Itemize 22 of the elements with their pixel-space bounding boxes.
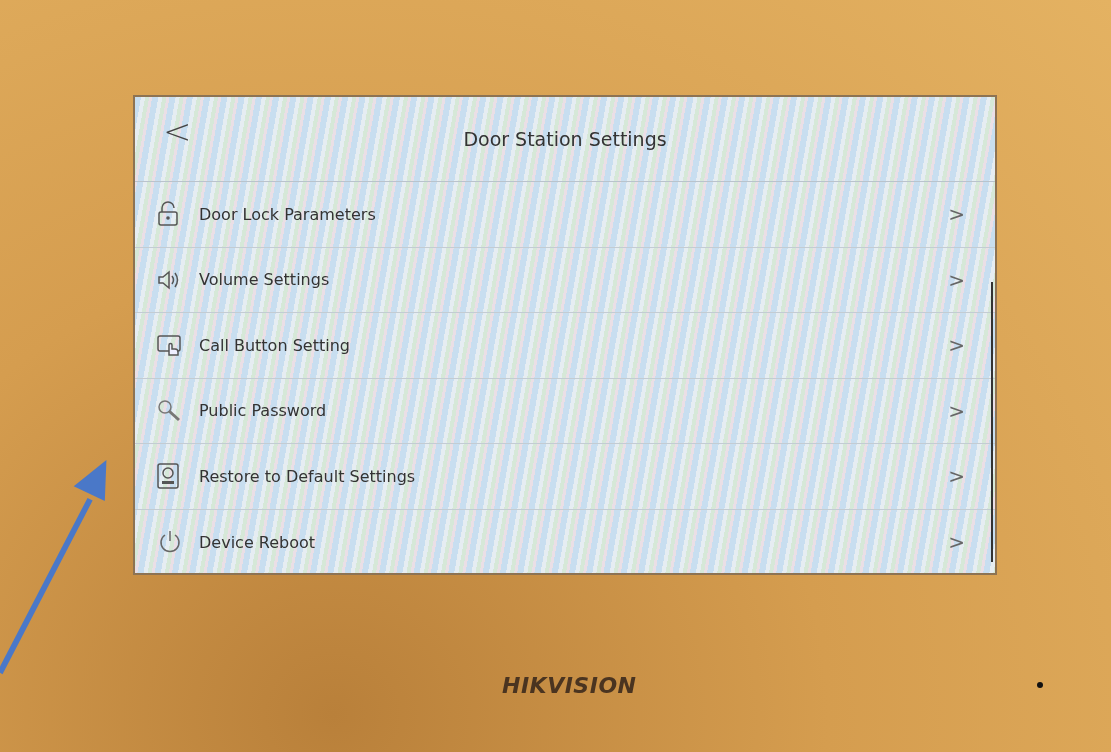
settings-item[interactable]: Door Lock Parameters > — [135, 182, 995, 248]
item-label: Door Lock Parameters — [199, 204, 377, 224]
chevron-icon: > — [948, 333, 965, 358]
touch-screen-icon — [157, 334, 183, 357]
reset-device-icon — [157, 463, 179, 490]
settings-item[interactable]: Device Reboot > — [135, 509, 995, 575]
screen-title: Door Station Settings — [463, 128, 667, 150]
item-label: Volume Settings — [199, 270, 331, 290]
settings-item[interactable]: Volume Settings > — [135, 247, 995, 313]
brand-logo: HIKVISION — [502, 672, 637, 698]
chevron-icon: > — [948, 202, 965, 227]
chevron-icon: > — [948, 464, 965, 489]
item-label: Public Password — [199, 401, 328, 421]
padlock-icon — [157, 201, 179, 228]
item-label: Device Reboot — [199, 532, 317, 552]
item-label: Call Button Setting — [199, 335, 351, 355]
chevron-icon: > — [948, 267, 965, 292]
back-button[interactable]: < — [157, 111, 198, 151]
chevron-icon: > — [948, 398, 965, 423]
chevron-icon: > — [948, 530, 965, 555]
sensor-dot — [1036, 682, 1043, 688]
item-label: Restore to Default Settings — [199, 466, 417, 486]
